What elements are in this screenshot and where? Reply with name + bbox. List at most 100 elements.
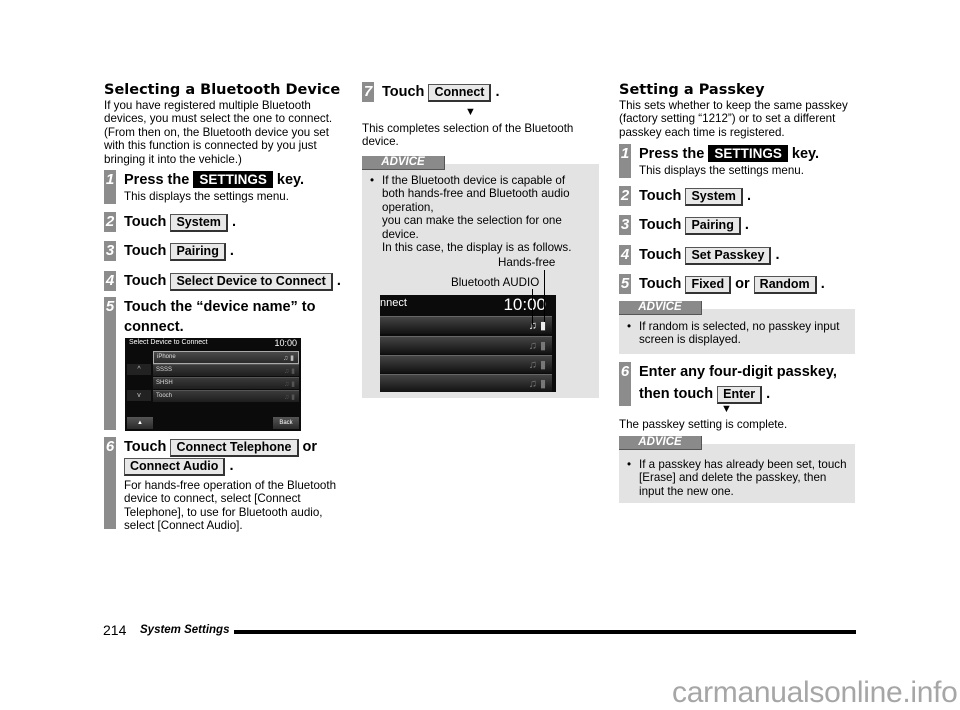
- set-passkey-button[interactable]: Set Passkey: [685, 247, 772, 265]
- step-text: or: [302, 439, 318, 455]
- step-number: 6: [104, 437, 116, 529]
- callout-line-audio: [532, 289, 533, 325]
- music-icon: ♫: [283, 368, 290, 375]
- music-phone-icons: ♫ ▮: [284, 392, 295, 403]
- screen-clock: 10:00: [503, 295, 546, 314]
- advice-label: ADVICE: [619, 301, 702, 315]
- down-arrow-icon: ▼: [465, 106, 476, 118]
- step-text: Touch: [124, 439, 167, 455]
- step-text: Touch: [639, 217, 682, 233]
- music-icon: ♫: [283, 394, 290, 401]
- screen-title: Select Device to Connect: [129, 339, 208, 346]
- advice-box-erase: ADVICE • If a passkey has already been s…: [619, 436, 855, 503]
- advice-text: • If random is selected, no passkey inpu…: [627, 320, 844, 347]
- advice-box-random: ADVICE • If random is selected, no passk…: [619, 301, 855, 354]
- phone-icon: ▮: [291, 394, 295, 401]
- device-row: ♫ ▮: [380, 336, 552, 354]
- device-list-screenshot: Select Device to Connect 10:00 iPhone ♫ …: [125, 338, 301, 431]
- music-icon: ♫: [528, 378, 537, 390]
- pairing-button[interactable]: Pairing: [170, 243, 226, 261]
- phone-icon: ▮: [291, 381, 295, 388]
- bullet: •: [370, 174, 375, 187]
- intro-paragraph: If you have registered multiple Bluetoot…: [104, 99, 333, 166]
- hands-free-label: Hands-free: [498, 256, 556, 269]
- system-button[interactable]: System: [685, 188, 743, 206]
- scroll-down-button[interactable]: v: [127, 390, 151, 401]
- punctuation: .: [229, 243, 234, 259]
- down-arrow-icon: ▼: [721, 403, 732, 415]
- step-text: Touch the “device name” to: [124, 299, 316, 315]
- connect-button[interactable]: Connect: [428, 84, 492, 102]
- device-row-shsh[interactable]: SHSH ♫ ▮: [153, 377, 299, 389]
- advice-text: • If a passkey has already been set, tou…: [627, 458, 847, 498]
- device-row-iphone[interactable]: iPhone ♫ ▮: [153, 351, 299, 364]
- device-row: ♫ ▮: [380, 374, 552, 392]
- music-phone-icons: ♫ ▮: [284, 379, 295, 390]
- result-text: The passkey setting is complete.: [619, 418, 788, 431]
- step-text: Touch: [124, 214, 167, 230]
- enter-button[interactable]: Enter: [717, 386, 763, 404]
- fixed-button[interactable]: Fixed: [685, 276, 732, 294]
- step-number: 2: [619, 186, 631, 206]
- screen-title: nnect: [380, 297, 407, 309]
- random-button[interactable]: Random: [753, 276, 817, 294]
- punctuation: .: [775, 247, 780, 263]
- advice-line: operation,: [382, 200, 434, 214]
- advice-text: • If the Bluetooth device is capable of …: [370, 174, 592, 255]
- bluetooth-audio-label: Bluetooth AUDIO: [451, 276, 540, 289]
- device-name: Tooch: [156, 393, 173, 399]
- section-title-passkey: Setting a Passkey: [619, 82, 765, 98]
- bullet: •: [627, 458, 632, 471]
- step-text: Touch: [639, 247, 682, 263]
- bullet: •: [627, 320, 632, 333]
- callout-line-handsfree: [544, 270, 545, 322]
- advice-line: In this case, the display is as follows.: [382, 241, 572, 255]
- device-name: iPhone: [157, 354, 176, 360]
- step-number: 4: [619, 245, 631, 265]
- punctuation: .: [231, 214, 236, 230]
- device-row-ssss[interactable]: SSSS ♫ ▮: [153, 364, 299, 376]
- device-row: ♫ ▮: [380, 316, 552, 334]
- step-text: Enter any four-digit passkey,: [639, 364, 837, 380]
- music-phone-icons: ♫ ▮: [284, 366, 295, 377]
- punctuation: .: [820, 276, 825, 292]
- punctuation: .: [229, 458, 234, 474]
- step-description: This displays the settings menu.: [124, 190, 289, 203]
- settings-key[interactable]: SETTINGS: [193, 171, 273, 188]
- step-text: or: [735, 276, 750, 292]
- music-icon: ♫: [282, 355, 289, 362]
- step-text: key.: [791, 146, 820, 162]
- punctuation: .: [495, 84, 500, 100]
- advice-line: device.: [382, 227, 419, 241]
- phone-icon: ▮: [539, 378, 546, 390]
- step-text: then touch: [639, 386, 714, 402]
- advice-line: If the Bluetooth device is capable of: [382, 174, 566, 187]
- step-text: Touch: [124, 273, 167, 289]
- advice-line: both hands-free and Bluetooth audio: [382, 187, 570, 201]
- step-number: 6: [619, 362, 631, 406]
- settings-key[interactable]: SETTINGS: [708, 145, 788, 162]
- section-name: System Settings: [140, 624, 230, 636]
- system-button[interactable]: System: [170, 214, 228, 232]
- step-number: 7: [362, 82, 374, 102]
- back-button[interactable]: Back: [273, 417, 299, 429]
- connect-audio-button[interactable]: Connect Audio: [124, 458, 226, 476]
- connection-display-screenshot: nnect 10:00 ♫ ▮ ♫ ▮ ♫ ▮ ♫ ▮: [380, 295, 556, 392]
- music-phone-icons: ♫ ▮: [529, 339, 546, 352]
- connect-telephone-button[interactable]: Connect Telephone: [170, 439, 299, 457]
- device-name: SHSH: [156, 380, 173, 386]
- eject-icon[interactable]: ▲: [127, 417, 153, 429]
- scroll-up-button[interactable]: ^: [127, 364, 151, 375]
- music-phone-icons: ♫ ▮: [283, 353, 294, 364]
- device-row-tooch[interactable]: Tooch ♫ ▮: [153, 390, 299, 402]
- pairing-button[interactable]: Pairing: [685, 217, 741, 235]
- page-number: 214: [103, 622, 127, 638]
- select-device-to-connect-button[interactable]: Select Device to Connect: [170, 273, 333, 291]
- step-text: Press the: [124, 172, 190, 188]
- step-text: key.: [276, 172, 305, 188]
- screen-clock: 10:00: [274, 338, 297, 348]
- music-icon: ♫: [528, 359, 537, 371]
- punctuation: .: [766, 386, 771, 402]
- step-number: 2: [104, 212, 116, 232]
- step-description: For hands-free operation of the Bluetoot…: [124, 479, 337, 533]
